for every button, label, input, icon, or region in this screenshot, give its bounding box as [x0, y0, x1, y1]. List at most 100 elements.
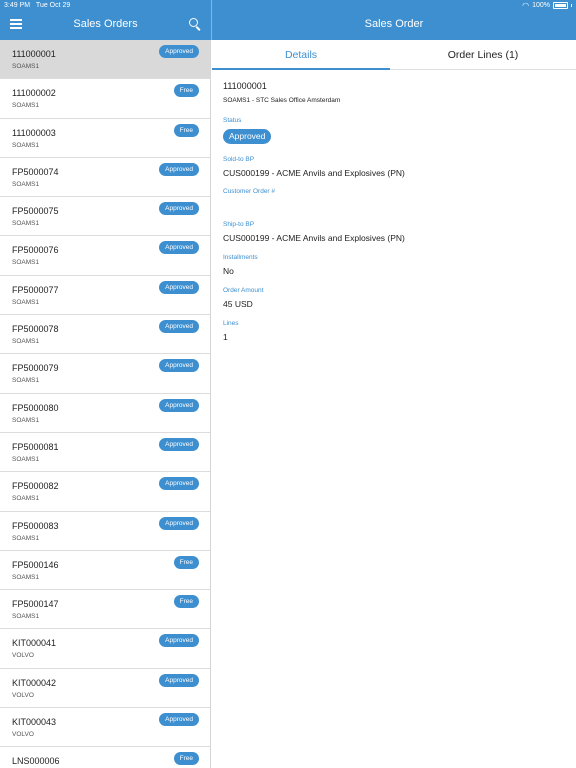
order-list-item[interactable]: FP5000075 SOAMS1 Approved	[0, 197, 210, 237]
order-list-item[interactable]: FP5000078 SOAMS1 Approved	[0, 315, 210, 355]
status-badge: Approved	[159, 280, 199, 294]
order-org: VOLVO	[12, 731, 34, 739]
status-badge: Approved	[223, 129, 272, 144]
tab-details[interactable]: Details	[212, 40, 390, 70]
order-number: FP5000077	[12, 284, 59, 295]
right-header-title: Sales Order	[364, 18, 424, 30]
order-org: SOAMS1	[12, 455, 40, 463]
order-list-item[interactable]: FP5000074 SOAMS1 Approved	[0, 158, 210, 198]
order-list-item[interactable]: FP5000077 SOAMS1 Approved	[0, 276, 210, 316]
order-org: SOAMS1	[12, 377, 40, 385]
order-list-item[interactable]: FP5000083 SOAMS1 Approved	[0, 512, 210, 551]
sold-to-label: Sold-to BP	[223, 156, 255, 163]
order-amount-value: 45 USD	[223, 299, 253, 309]
status-date: Tue Oct 29	[35, 2, 71, 9]
top-bar: 3:49 PM Tue Oct 29 ◠ 100% Sales Orders S…	[0, 0, 576, 40]
detail-tabs: Details Order Lines (1)	[212, 40, 576, 70]
status-badge: Approved	[159, 437, 199, 451]
order-org: SOAMS1	[12, 298, 40, 306]
customer-order-label: Customer Order #	[223, 188, 276, 195]
status-badge: Approved	[159, 241, 199, 255]
battery-percent: 100%	[532, 2, 550, 9]
status-badge: Approved	[159, 202, 199, 216]
order-list-item[interactable]: FP5000082 SOAMS1 Approved	[0, 472, 210, 512]
order-number: KIT000042	[12, 677, 57, 688]
order-list-item[interactable]: FP5000079 SOAMS1 Approved	[0, 354, 210, 394]
sales-orders-list[interactable]: 111000001 SOAMS1 Approved 111000002 SOAMS1 Fr…	[0, 40, 211, 768]
status-badge: Approved	[159, 673, 199, 687]
order-list-item[interactable]: KIT000042 VOLVO Approved	[0, 669, 210, 709]
status-badge: Approved	[159, 359, 199, 373]
order-number: 111000002	[12, 88, 56, 99]
status-badge: Free	[173, 752, 199, 766]
ship-to-value: CUS000199 - ACME Anvils and Explosives (…	[223, 233, 405, 243]
order-list-item[interactable]: KIT000041 VOLVO Approved	[0, 629, 210, 669]
order-number: FP5000146	[12, 559, 59, 570]
battery-tip	[571, 4, 572, 7]
status-badge: Approved	[159, 320, 199, 334]
order-list-item[interactable]: FP5000080 SOAMS1 Approved	[0, 394, 210, 433]
order-number: FP5000081	[12, 441, 59, 452]
status-badge: Approved	[159, 634, 199, 648]
order-org: SOAMS1	[12, 573, 40, 581]
order-amount-label: Order Amount	[223, 287, 264, 294]
order-number: FP5000082	[12, 481, 59, 492]
status-badge: Approved	[159, 398, 199, 412]
order-list-item[interactable]: 111000002 SOAMS1 Free	[0, 79, 210, 119]
lines-value: 1	[223, 332, 228, 342]
order-number: LNS000006	[12, 756, 60, 767]
order-org: SOAMS1	[12, 180, 40, 188]
battery-icon	[553, 2, 568, 9]
order-org: SOAMS1	[12, 102, 40, 110]
lines-label: Lines	[223, 320, 239, 327]
order-number: FP5000083	[12, 520, 59, 531]
order-number: FP5000078	[12, 324, 59, 335]
tab-order-lines[interactable]: Order Lines (1)	[390, 40, 576, 70]
status-label: Status	[223, 117, 242, 124]
status-badge: Approved	[159, 162, 199, 176]
order-org: SOAMS1	[12, 63, 40, 70]
order-list-item[interactable]: 111000001 SOAMS1 Approved	[0, 40, 210, 80]
order-org: SOAMS1	[12, 613, 40, 621]
order-org: SOAMS1	[12, 141, 40, 149]
order-number: 111000001	[223, 81, 267, 91]
status-time: 3:49 PM	[4, 2, 31, 9]
status-badge: Free	[173, 595, 199, 609]
installments-value: No	[223, 266, 234, 276]
order-number: FP5000075	[12, 206, 59, 217]
order-org: SOAMS1	[12, 259, 40, 267]
order-list-item[interactable]: FP5000146 SOAMS1 Free	[0, 551, 210, 591]
order-list-item[interactable]: FP5000147 SOAMS1 Free	[0, 590, 210, 630]
order-list-item[interactable]: 111000003 SOAMS1 Free	[0, 119, 210, 158]
order-number: KIT000041	[12, 638, 57, 649]
order-number: KIT000043	[12, 717, 57, 728]
order-org: SOAMS1	[12, 338, 40, 346]
order-list-item[interactable]: KIT000043 VOLVO Approved	[0, 708, 210, 748]
status-badge: Approved	[159, 713, 199, 727]
order-org: SOAMS1	[12, 534, 40, 542]
order-list-item[interactable]: FP5000076 SOAMS1 Approved	[0, 236, 210, 276]
order-org: VOLVO	[12, 691, 34, 699]
order-number: FP5000080	[12, 402, 59, 413]
order-number: FP5000074	[12, 166, 59, 177]
order-org: SOAMS1	[12, 220, 40, 228]
ship-to-label: Ship-to BP	[223, 221, 255, 228]
status-bar-time: 3:49 PM Tue Oct 29	[4, 2, 70, 9]
status-badge: Approved	[159, 516, 199, 530]
left-header-title: Sales Orders	[73, 18, 138, 30]
order-list-item[interactable]: LNS000006 Free	[0, 747, 210, 768]
order-org: SOAMS1	[12, 495, 40, 503]
order-number: 111000003	[12, 127, 56, 138]
sales-order-detail: Details Order Lines (1) 111000001 SOAMS1…	[212, 40, 576, 768]
installments-label: Installments	[223, 254, 258, 261]
status-badge: Free	[173, 123, 199, 137]
sold-to-value: CUS000199 - ACME Anvils and Explosives (…	[223, 168, 405, 178]
order-number: FP5000076	[12, 245, 59, 256]
order-list-item[interactable]: FP5000081 SOAMS1 Approved	[0, 433, 210, 473]
sales-office: SOAMS1 - STC Sales Office Amsterdam	[223, 97, 341, 104]
status-badge: Approved	[159, 477, 199, 491]
search-icon[interactable]	[189, 18, 201, 31]
order-number: FP5000079	[12, 363, 59, 374]
wifi-icon: ◠	[522, 1, 530, 10]
status-bar-right: ◠ 100%	[522, 1, 572, 10]
